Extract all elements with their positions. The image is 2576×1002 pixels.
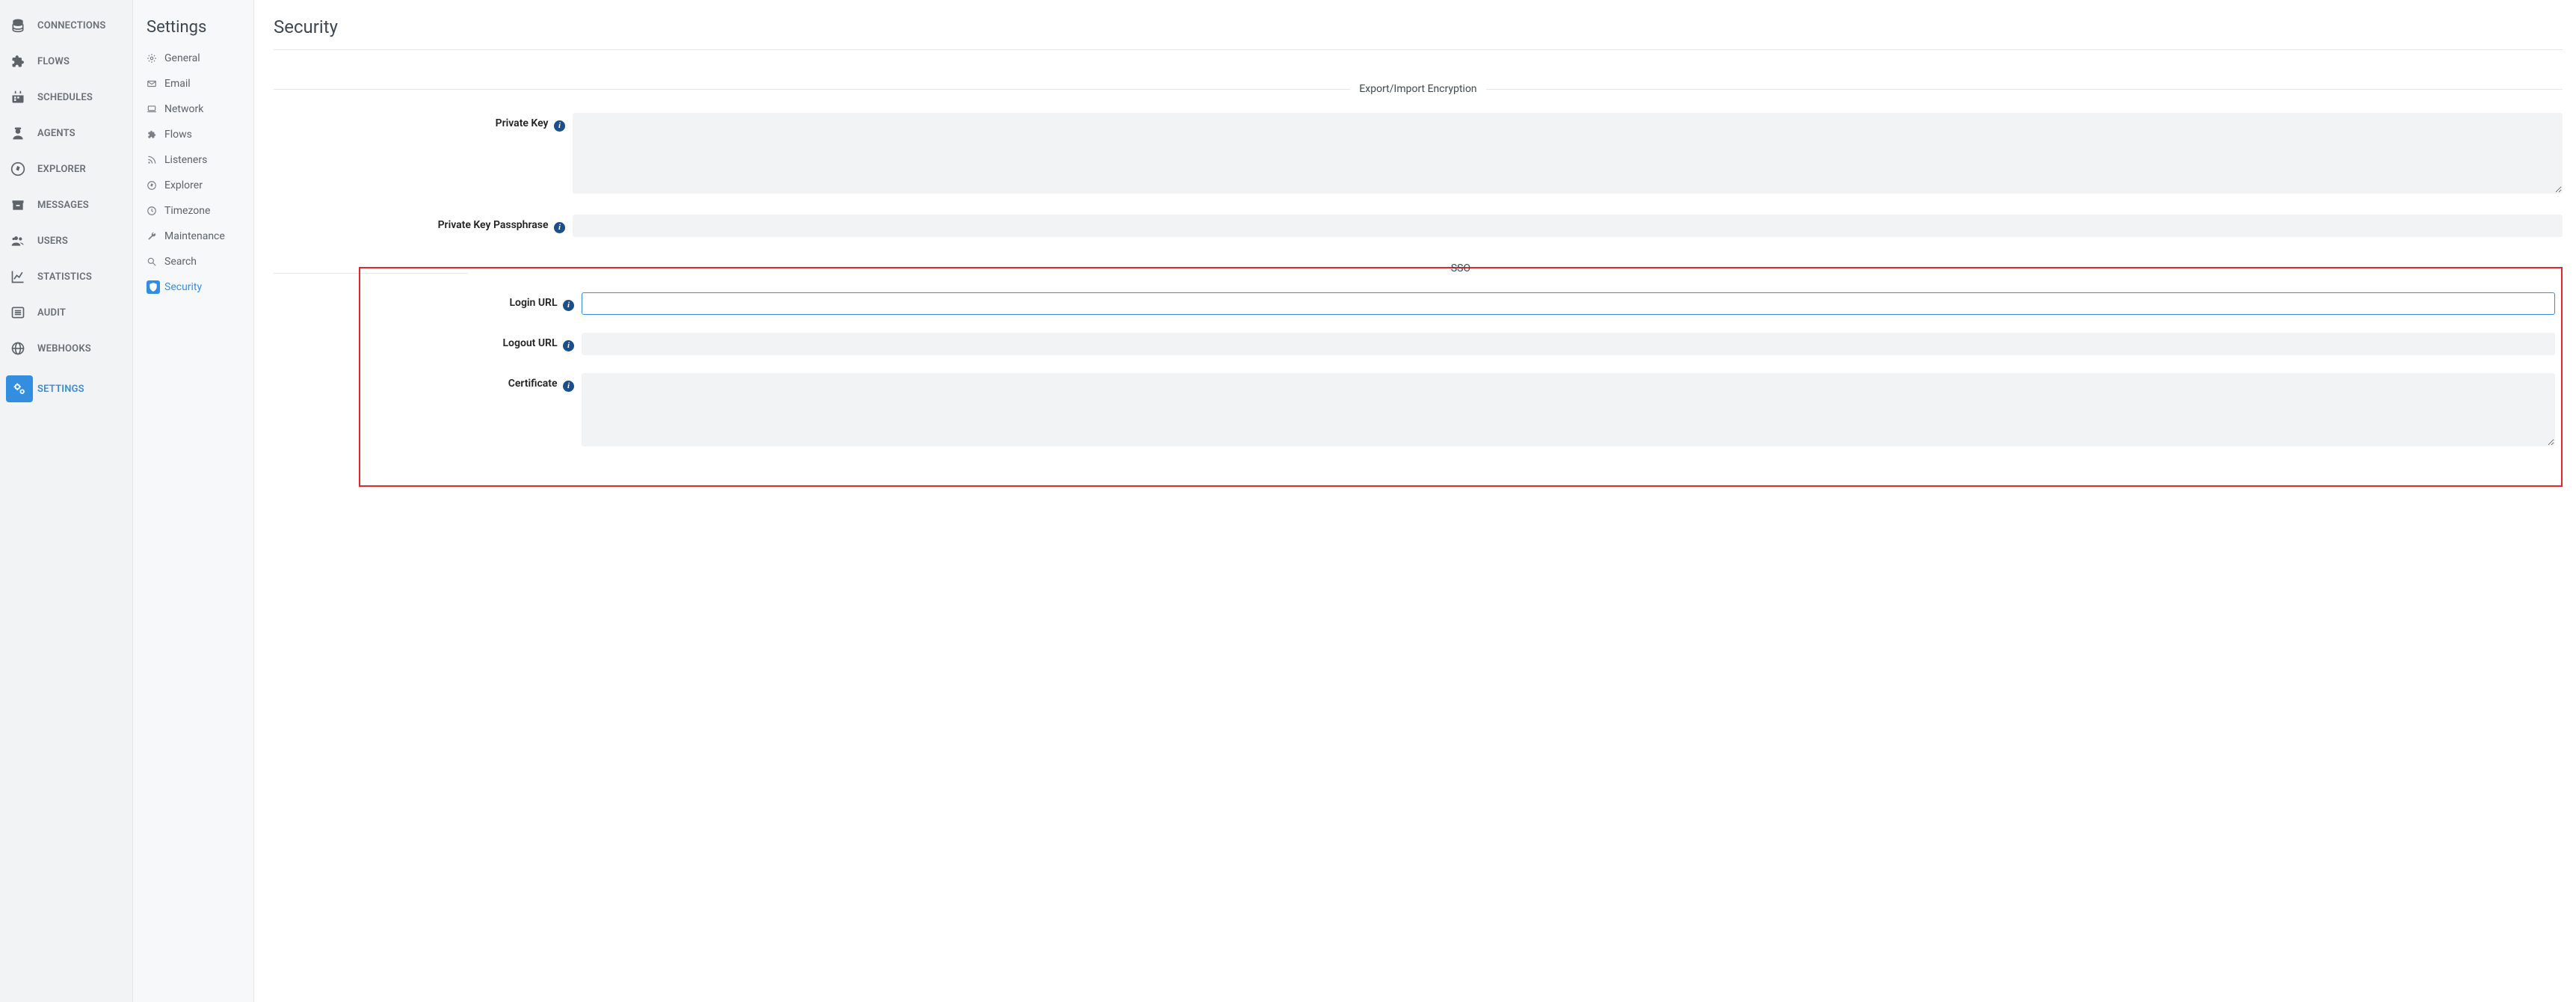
- info-icon[interactable]: i: [563, 340, 574, 351]
- nav-label: EXPLORER: [37, 164, 86, 175]
- private-key-textarea[interactable]: [573, 113, 2563, 194]
- section-legend: SSO: [1442, 262, 1479, 274]
- settings-item-general[interactable]: General: [133, 46, 253, 71]
- settings-label: Email: [164, 78, 191, 90]
- section-encryption: Export/Import Encryption Private Key i P…: [274, 83, 2563, 237]
- nav-item-audit[interactable]: AUDIT: [0, 295, 132, 331]
- row-certificate: Certificate i: [366, 373, 2555, 449]
- nav-label: CONNECTIONS: [37, 20, 106, 31]
- nav-item-schedules[interactable]: SCHEDULES: [0, 79, 132, 115]
- settings-item-network[interactable]: Network: [133, 96, 253, 122]
- archive-icon: [10, 196, 37, 214]
- settings-label: Explorer: [164, 179, 203, 191]
- gear-icon: [147, 52, 164, 65]
- info-icon[interactable]: i: [563, 300, 574, 311]
- wrench-icon: [147, 230, 164, 243]
- compass-icon: [10, 160, 37, 178]
- nav-label: FLOWS: [37, 56, 70, 67]
- login-url-label: Login URL i: [366, 292, 582, 311]
- nav-item-settings[interactable]: SETTINGS: [0, 366, 132, 411]
- settings-item-listeners[interactable]: Listeners: [133, 147, 253, 173]
- settings-label: Search: [164, 256, 197, 268]
- settings-item-maintenance[interactable]: Maintenance: [133, 224, 253, 249]
- nav-label: AGENTS: [37, 128, 76, 139]
- puzzle-icon: [147, 128, 164, 141]
- primary-nav: CONNECTIONS FLOWS SCHEDULES AGENTS EXPLO…: [0, 0, 133, 1002]
- nav-label: STATISTICS: [37, 271, 92, 283]
- settings-label: Listeners: [164, 154, 207, 166]
- settings-item-search[interactable]: Search: [133, 249, 253, 274]
- page-title: Security: [274, 16, 2563, 50]
- nav-item-users[interactable]: USERS: [0, 223, 132, 259]
- settings-label: Flows: [164, 129, 192, 141]
- users-icon: [10, 232, 37, 250]
- rss-icon: [147, 153, 164, 167]
- certificate-textarea[interactable]: [582, 373, 2555, 446]
- passphrase-label: Private Key Passphrase i: [274, 215, 573, 233]
- nav-item-statistics[interactable]: STATISTICS: [0, 259, 132, 295]
- settings-item-explorer[interactable]: Explorer: [133, 173, 253, 198]
- nav-item-agents[interactable]: AGENTS: [0, 115, 132, 151]
- settings-item-security[interactable]: Security: [133, 274, 253, 300]
- info-icon[interactable]: i: [554, 120, 565, 132]
- laptop-icon: [147, 102, 164, 116]
- nav-item-messages[interactable]: MESSAGES: [0, 187, 132, 223]
- info-icon[interactable]: i: [563, 381, 574, 392]
- gears-icon: [6, 375, 33, 402]
- login-url-input[interactable]: [582, 292, 2555, 315]
- nav-item-connections[interactable]: CONNECTIONS: [0, 7, 132, 43]
- nav-item-flows[interactable]: FLOWS: [0, 43, 132, 79]
- settings-label: Security: [164, 281, 202, 293]
- settings-label: General: [164, 52, 200, 64]
- list-icon: [10, 304, 37, 322]
- shield-icon: [147, 280, 160, 294]
- settings-item-timezone[interactable]: Timezone: [133, 198, 253, 224]
- chart-icon: [10, 268, 37, 286]
- clock-icon: [147, 204, 164, 218]
- nav-label: USERS: [37, 236, 68, 247]
- settings-item-email[interactable]: Email: [133, 71, 253, 96]
- puzzle-icon: [10, 52, 37, 70]
- calendar-icon: [10, 88, 37, 106]
- agent-icon: [10, 124, 37, 142]
- nav-label: SCHEDULES: [37, 92, 93, 103]
- passphrase-input[interactable]: [573, 215, 2563, 237]
- settings-nav-title: Settings: [133, 13, 253, 46]
- section-sso: SSO Login URL i Logout URL i: [366, 262, 2555, 449]
- section-legend: Export/Import Encryption: [1350, 83, 1485, 95]
- nav-label: WEBHOOKS: [37, 343, 91, 354]
- sso-highlight-box: SSO Login URL i Logout URL i: [359, 267, 2563, 487]
- nav-item-explorer[interactable]: EXPLORER: [0, 151, 132, 187]
- logout-url-input[interactable]: [582, 333, 2555, 355]
- certificate-label: Certificate i: [366, 373, 582, 392]
- private-key-label: Private Key i: [274, 113, 573, 132]
- main-content: Security Export/Import Encryption Privat…: [254, 0, 2576, 1002]
- mail-icon: [147, 77, 164, 90]
- nav-label: AUDIT: [37, 307, 66, 319]
- compass-icon: [147, 179, 164, 192]
- row-private-key: Private Key i: [274, 113, 2563, 197]
- settings-label: Network: [164, 103, 203, 115]
- logout-url-label: Logout URL i: [366, 333, 582, 351]
- row-login-url: Login URL i: [366, 292, 2555, 315]
- settings-label: Maintenance: [164, 230, 225, 242]
- nav-label: MESSAGES: [37, 200, 89, 211]
- row-logout-url: Logout URL i: [366, 333, 2555, 355]
- row-passphrase: Private Key Passphrase i: [274, 215, 2563, 237]
- globe-icon: [10, 339, 37, 357]
- settings-nav: Settings General Email Network Flows Lis…: [133, 0, 254, 1002]
- nav-label: SETTINGS: [37, 384, 84, 395]
- search-icon: [147, 255, 164, 268]
- nav-item-webhooks[interactable]: WEBHOOKS: [0, 331, 132, 366]
- settings-label: Timezone: [164, 205, 210, 217]
- database-icon: [10, 16, 37, 34]
- info-icon[interactable]: i: [554, 222, 565, 233]
- settings-item-flows[interactable]: Flows: [133, 122, 253, 147]
